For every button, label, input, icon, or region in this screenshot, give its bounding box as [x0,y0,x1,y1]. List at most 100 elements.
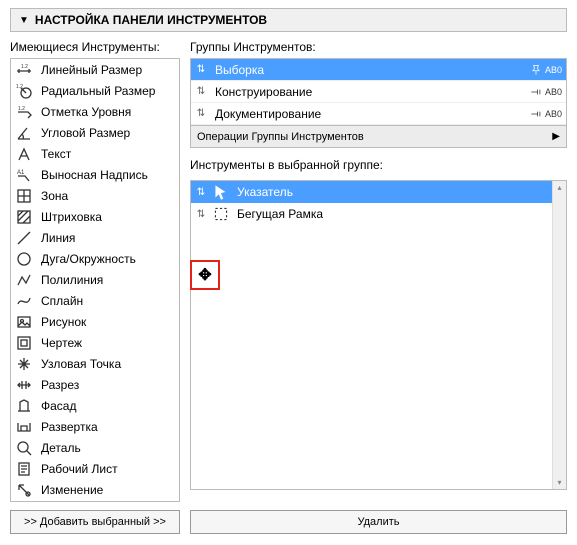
group-tool-label: Бегущая Рамка [231,207,323,221]
group-badge: AB0 [529,107,562,121]
drag-handle-icon: ⇅ [191,64,211,75]
tool-item-label: Изменение [41,483,103,497]
elevation-icon [15,397,33,415]
polyline-icon [15,271,33,289]
groups-label: Группы Инструментов: [190,40,567,54]
tool-item[interactable]: Изменение [11,479,179,500]
tool-item[interactable]: Текст [11,143,179,164]
group-badge: AB0 [529,63,562,77]
tool-item-label: Развертка [41,420,98,434]
panel-title: НАСТРОЙКА ПАНЕЛИ ИНСТРУМЕНТОВ [35,13,267,27]
chevron-right-icon: ▶ [552,131,560,142]
group-label: Выборка [211,63,529,77]
worksheet-icon [15,460,33,478]
tool-item-label: Сплайн [41,294,83,308]
group-operations-label: Операции Группы Инструментов [197,131,364,143]
drag-handle-icon: ⇅ [191,108,211,119]
move-icon: ✥ [198,265,211,285]
tool-item-label: Штриховка [41,210,102,224]
tool-item[interactable]: Разрез [11,374,179,395]
group-tools-list[interactable]: ⇅Указатель⇅Бегущая Рамка ▴▾ [190,180,567,490]
resize-handle-overlay[interactable]: ✥ [190,260,220,290]
tool-item[interactable]: Угловой Размер [11,122,179,143]
drag-handle-icon: ⇅ [191,187,211,198]
tool-item[interactable]: Чертеж [11,332,179,353]
scrollbar[interactable]: ▴▾ [552,181,566,489]
text-icon [15,145,33,163]
tool-item[interactable]: Линия [11,227,179,248]
label-icon: A1 [15,166,33,184]
line-icon [15,229,33,247]
interior-icon [15,418,33,436]
tool-item-label: Узловая Точка [41,357,121,371]
spline-icon [15,292,33,310]
hatch-icon [15,208,33,226]
tool-item[interactable]: Камера [11,500,179,502]
drag-handle-icon: ⇅ [191,86,211,97]
available-tools-label: Имеющиеся Инструменты: [10,40,180,54]
group-label: Конструирование [211,85,529,99]
tool-item[interactable]: Развертка [11,416,179,437]
tool-item[interactable]: 1.2 Линейный Размер [11,59,179,80]
tool-item-label: Полилиния [41,273,103,287]
marquee-icon [211,204,231,224]
tool-item[interactable]: Фасад [11,395,179,416]
group-row[interactable]: ⇅ВыборкаAB0 [191,59,566,81]
change-icon [15,481,33,499]
group-tool-item[interactable]: ⇅Указатель [191,181,566,203]
available-tools-list[interactable]: 1.2Линейный Размер1.2Радиальный Размер1.… [10,58,180,502]
tool-item[interactable]: Рисунок [11,311,179,332]
tool-item[interactable]: Сплайн [11,290,179,311]
drawing-icon [15,334,33,352]
tool-item[interactable]: Штриховка [11,206,179,227]
group-operations-row[interactable]: Операции Группы Инструментов ▶ [191,125,566,147]
svg-text:1.2: 1.2 [18,106,25,112]
tool-item-label: Текст [41,147,71,161]
svg-text:1.2: 1.2 [16,84,23,90]
tool-item-label: Деталь [41,441,81,455]
tool-item-label: Разрез [41,378,79,392]
arc-icon [15,250,33,268]
tool-item-label: Дуга/Окружность [41,252,136,266]
tool-item[interactable]: 1.2 Радиальный Размер [11,80,179,101]
tool-item[interactable]: Рабочий Лист [11,458,179,479]
add-selected-button[interactable]: >> Добавить выбранный >> [10,510,180,534]
group-badge: AB0 [529,85,562,99]
delete-button[interactable]: Удалить [190,510,567,534]
zone-icon [15,187,33,205]
tool-item-label: Отметка Уровня [41,105,131,119]
tool-item[interactable]: 1.2 Отметка Уровня [11,101,179,122]
tool-item[interactable]: Полилиния [11,269,179,290]
dim-linear-icon: 1.2 [15,61,33,79]
tool-item-label: Радиальный Размер [41,84,155,98]
tool-item[interactable]: Зона [11,185,179,206]
tool-item[interactable]: A1 Выносная Надпись [11,164,179,185]
tool-item-label: Рабочий Лист [41,462,118,476]
tool-item[interactable]: Узловая Точка [11,353,179,374]
panel-header[interactable]: ▼ НАСТРОЙКА ПАНЕЛИ ИНСТРУМЕНТОВ [10,8,567,32]
camera-icon [15,502,33,503]
collapse-icon: ▼ [19,15,29,26]
group-row[interactable]: ⇅ДокументированиеAB0 [191,103,566,125]
image-icon [15,313,33,331]
tool-item-label: Рисунок [41,315,86,329]
tool-item-label: Линия [41,231,75,245]
group-label: Документирование [211,107,529,121]
tool-item-label: Линейный Размер [41,63,142,77]
detail-icon [15,439,33,457]
tool-item-label: Угловой Размер [41,126,130,140]
arrow-icon [211,182,231,202]
tool-item[interactable]: Деталь [11,437,179,458]
tool-item-label: Зона [41,189,68,203]
tool-item-label: Фасад [41,399,76,413]
tool-item-label: Чертеж [41,336,82,350]
group-row[interactable]: ⇅КонструированиеAB0 [191,81,566,103]
group-tool-item[interactable]: ⇅Бегущая Рамка [191,203,566,225]
tool-item[interactable]: Дуга/Окружность [11,248,179,269]
tool-groups-list[interactable]: ⇅ВыборкаAB0⇅КонструированиеAB0⇅Документи… [190,58,567,148]
svg-text:1.2: 1.2 [21,64,28,70]
svg-text:A1: A1 [17,170,25,176]
tool-item-label: Выносная Надпись [41,168,148,182]
section-icon [15,376,33,394]
dim-angle-icon [15,124,33,142]
